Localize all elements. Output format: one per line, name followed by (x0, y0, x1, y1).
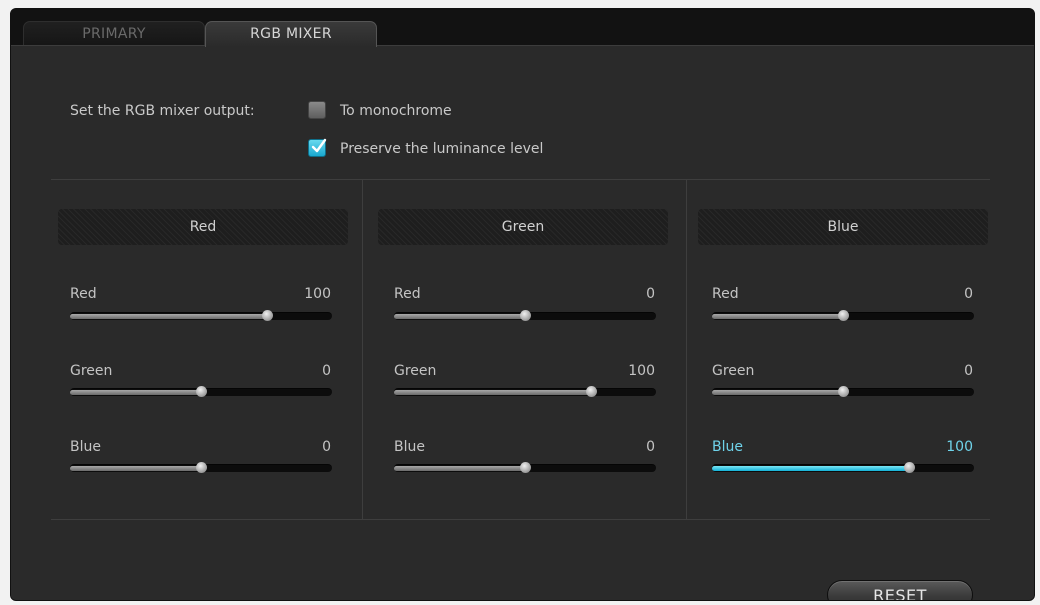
slider-label: Blue (394, 439, 425, 455)
green-output-red-slider[interactable] (394, 310, 656, 321)
reset-button[interactable]: RESET (827, 580, 973, 600)
slider-value: 0 (964, 363, 973, 379)
slider-thumb[interactable] (585, 386, 597, 397)
column-divider (686, 179, 687, 519)
tab-primary[interactable]: PRIMARY (23, 21, 205, 47)
slider-value: 0 (322, 439, 331, 455)
slider-thumb[interactable] (520, 310, 531, 321)
slider-thumb[interactable] (261, 310, 273, 321)
slider-thumb[interactable] (838, 386, 849, 397)
slider-fill (70, 314, 267, 319)
red-output-red-slider[interactable] (70, 310, 332, 321)
divider-top (51, 179, 990, 180)
blue-output-green-slider[interactable] (712, 386, 974, 397)
preserve-luminance-label: Preserve the luminance level (340, 141, 544, 157)
slider-label: Green (712, 363, 755, 379)
column-divider (362, 179, 363, 519)
slider-value: 0 (646, 286, 655, 302)
slider-label: Red (712, 286, 739, 302)
red-output-blue-slider[interactable] (70, 462, 332, 473)
tab-bar: PRIMARY RGB MIXER (11, 9, 1034, 47)
slider-value: 100 (628, 363, 655, 379)
slider-thumb[interactable] (196, 386, 207, 397)
column-header-blue: Blue (698, 209, 988, 245)
slider-value: 100 (304, 286, 331, 302)
green-output-blue-slider[interactable] (394, 462, 656, 473)
slider-value: 0 (322, 363, 331, 379)
slider-fill (70, 466, 201, 471)
column-header-green: Green (378, 209, 668, 245)
slider-fill (394, 390, 591, 395)
column-header-red: Red (58, 209, 348, 245)
divider-bottom (51, 519, 990, 520)
slider-thumb[interactable] (196, 462, 207, 473)
slider-label: Red (394, 286, 421, 302)
blue-output-red-slider[interactable] (712, 310, 974, 321)
slider-label: Green (394, 363, 437, 379)
slider-label: Blue (70, 439, 101, 455)
slider-fill (712, 466, 909, 471)
preserve-luminance-checkbox[interactable] (308, 138, 327, 157)
rgb-mixer-panel: PRIMARY RGB MIXER Set the RGB mixer outp… (10, 8, 1035, 601)
slider-fill (394, 314, 525, 319)
slider-value: 0 (964, 286, 973, 302)
checkmark-icon (311, 138, 327, 153)
slider-thumb[interactable] (838, 310, 849, 321)
slider-fill (394, 466, 525, 471)
slider-fill (70, 390, 201, 395)
slider-fill (712, 314, 843, 319)
slider-label: Green (70, 363, 113, 379)
tab-content: Set the RGB mixer output: To monochrome … (11, 45, 1034, 600)
tab-rgb-mixer[interactable]: RGB MIXER (205, 21, 377, 47)
slider-thumb[interactable] (520, 462, 531, 473)
slider-thumb[interactable] (903, 462, 915, 473)
slider-value: 100 (946, 439, 973, 455)
slider-label: Blue (712, 439, 743, 455)
monochrome-label: To monochrome (340, 103, 452, 119)
slider-value: 0 (646, 439, 655, 455)
slider-label: Red (70, 286, 97, 302)
slider-fill (712, 390, 843, 395)
blue-output-blue-slider[interactable] (712, 462, 974, 473)
output-label: Set the RGB mixer output: (70, 103, 255, 119)
green-output-green-slider[interactable] (394, 386, 656, 397)
monochrome-checkbox[interactable] (308, 101, 326, 119)
red-output-green-slider[interactable] (70, 386, 332, 397)
